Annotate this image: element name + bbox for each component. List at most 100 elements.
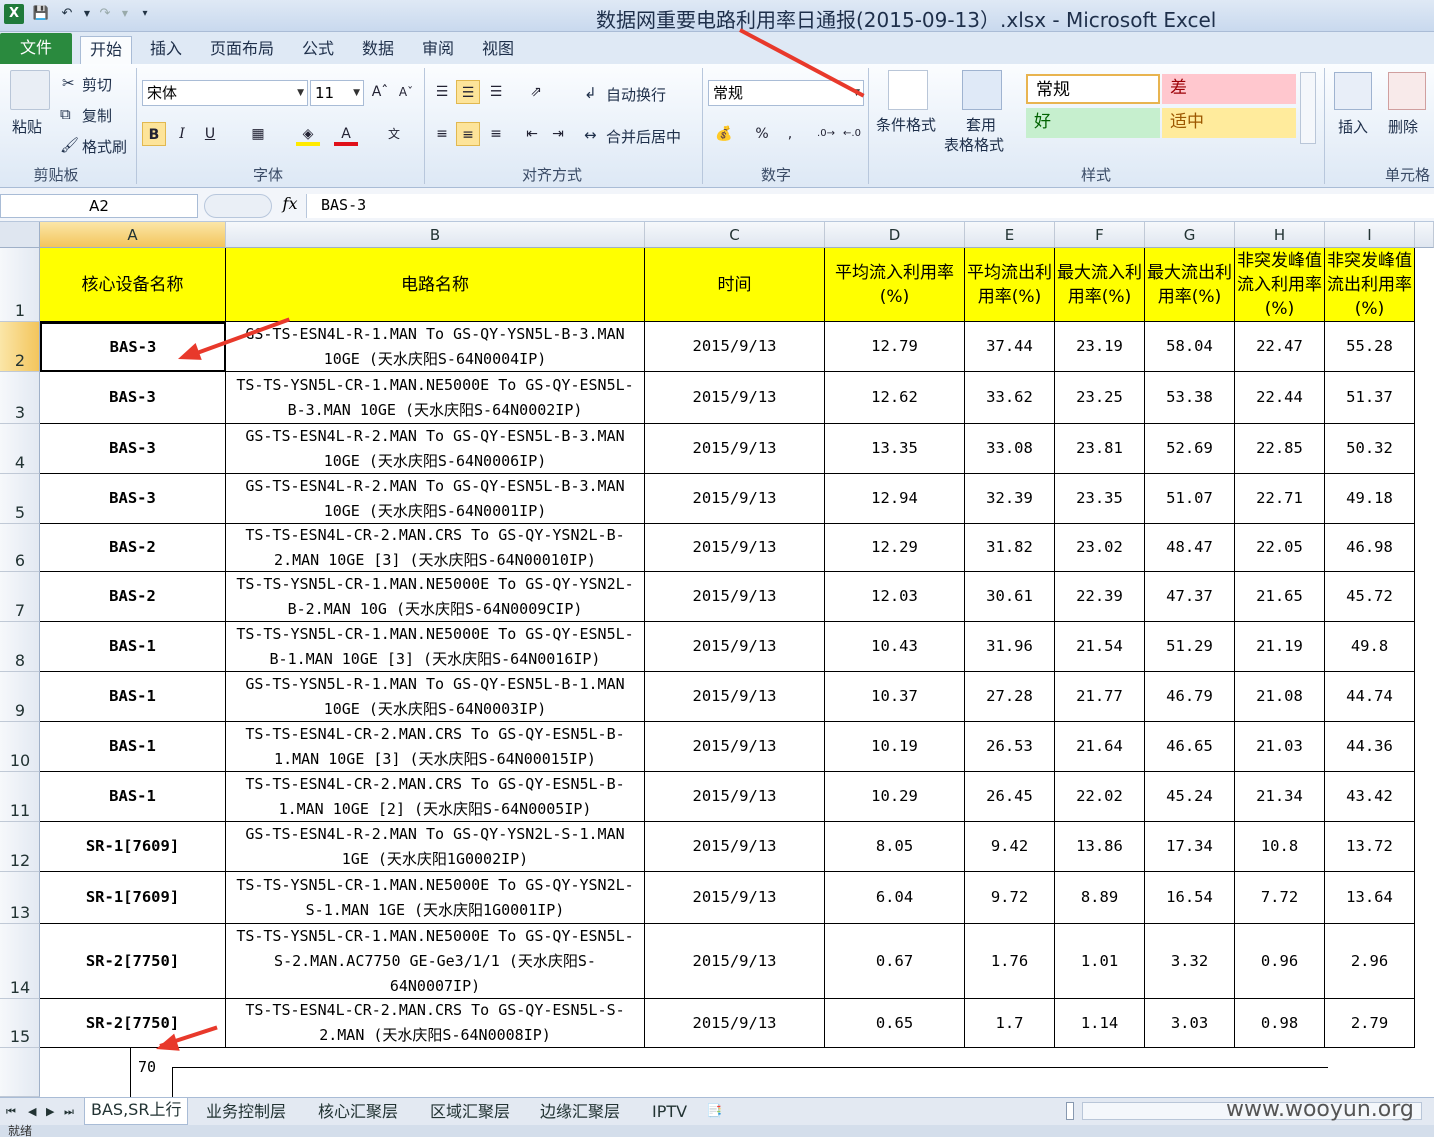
header-cell[interactable]: 最大流入利用率(%): [1055, 248, 1145, 322]
decrease-decimal-icon[interactable]: ←.0: [840, 122, 864, 146]
value-cell[interactable]: 2015/9/13: [645, 722, 825, 772]
value-cell[interactable]: 9.42: [965, 822, 1055, 872]
value-cell[interactable]: 3.32: [1145, 924, 1235, 999]
increase-indent-icon[interactable]: ⇥: [546, 122, 570, 146]
value-cell[interactable]: 10.29: [825, 772, 965, 822]
table-format-button-line2[interactable]: 表格格式: [944, 134, 1004, 155]
worksheet-grid[interactable]: ABCDEFGHI 1 2 3 4 5 6 7 8 9 10 11 12 13 14 15 核心设备名称 电路…: [0, 222, 1434, 1102]
circuit-name-cell[interactable]: TS-TS-ESN4L-CR-2.MAN.CRS To GS-QY-ESN5L-…: [226, 772, 645, 822]
circuit-name-cell[interactable]: TS-TS-ESN4L-CR-2.MAN.CRS To GS-QY-ESN5L-…: [226, 999, 645, 1048]
value-cell[interactable]: 1.01: [1055, 924, 1145, 999]
value-cell[interactable]: 47.37: [1145, 572, 1235, 622]
value-cell[interactable]: 10.8: [1235, 822, 1325, 872]
tab-page-layout[interactable]: 页面布局: [206, 36, 278, 64]
table-format-icon[interactable]: [962, 70, 1002, 110]
redo-icon[interactable]: ↷: [96, 5, 114, 23]
device-name-cell[interactable]: SR-2[7750]: [40, 924, 226, 999]
align-middle-icon[interactable]: ☰: [456, 80, 480, 104]
delete-cells-button[interactable]: 删除: [1388, 116, 1418, 137]
delete-cells-icon[interactable]: [1388, 72, 1426, 110]
value-cell[interactable]: 22.85: [1235, 424, 1325, 474]
bold-button[interactable]: B: [142, 122, 166, 146]
cut-button[interactable]: 剪切: [82, 74, 112, 95]
value-cell[interactable]: 22.47: [1235, 322, 1325, 372]
wrap-text-icon[interactable]: ↲: [584, 84, 597, 102]
value-cell[interactable]: 2015/9/13: [645, 622, 825, 672]
value-cell[interactable]: 50.32: [1325, 424, 1415, 474]
value-cell[interactable]: 3.03: [1145, 999, 1235, 1048]
value-cell[interactable]: 48.47: [1145, 524, 1235, 572]
value-cell[interactable]: 8.05: [825, 822, 965, 872]
row-header[interactable]: 9: [0, 672, 40, 722]
column-header-f[interactable]: F: [1055, 222, 1145, 248]
value-cell[interactable]: 45.72: [1325, 572, 1415, 622]
value-cell[interactable]: 30.61: [965, 572, 1055, 622]
value-cell[interactable]: 0.96: [1235, 924, 1325, 999]
sheet-tab-active[interactable]: BAS,SR上行: [84, 1098, 189, 1125]
sheet-tab[interactable]: 区域汇聚层: [430, 1100, 510, 1124]
tab-data[interactable]: 数据: [358, 36, 398, 64]
value-cell[interactable]: 21.08: [1235, 672, 1325, 722]
first-sheet-icon[interactable]: ⏮: [6, 1100, 16, 1124]
device-name-cell[interactable]: BAS-1: [40, 772, 226, 822]
header-cell[interactable]: 时间: [645, 248, 825, 322]
tab-file[interactable]: 文件: [0, 33, 72, 64]
header-cell[interactable]: 非突发峰值流入利用率(%): [1235, 248, 1325, 322]
value-cell[interactable]: 23.02: [1055, 524, 1145, 572]
formula-bar-expander[interactable]: [204, 194, 272, 218]
value-cell[interactable]: 37.44: [965, 322, 1055, 372]
value-cell[interactable]: 7.72: [1235, 872, 1325, 924]
row-header[interactable]: 3: [0, 372, 40, 424]
value-cell[interactable]: 1.7: [965, 999, 1055, 1048]
circuit-name-cell[interactable]: GS-TS-ESN4L-R-2.MAN To GS-QY-ESN5L-B-3.M…: [226, 424, 645, 474]
row-header[interactable]: 2: [0, 322, 40, 372]
comma-style-button[interactable]: ,: [778, 122, 802, 146]
style-good[interactable]: 好: [1026, 108, 1160, 138]
value-cell[interactable]: 12.29: [825, 524, 965, 572]
selected-cell[interactable]: BAS-3: [40, 322, 226, 372]
value-cell[interactable]: 49.18: [1325, 474, 1415, 524]
value-cell[interactable]: 26.45: [965, 772, 1055, 822]
value-cell[interactable]: 23.35: [1055, 474, 1145, 524]
conditional-format-icon[interactable]: [888, 70, 928, 110]
redo-dropdown-icon[interactable]: ▼: [116, 5, 134, 23]
column-header-d[interactable]: D: [825, 222, 965, 248]
customize-toolbar-icon[interactable]: ▾: [136, 5, 154, 23]
sheet-tab[interactable]: 边缘汇聚层: [540, 1100, 620, 1124]
device-name-cell[interactable]: BAS-1: [40, 722, 226, 772]
value-cell[interactable]: 2015/9/13: [645, 572, 825, 622]
value-cell[interactable]: 16.54: [1145, 872, 1235, 924]
value-cell[interactable]: 22.02: [1055, 772, 1145, 822]
insert-cells-button[interactable]: 插入: [1338, 116, 1368, 137]
column-header-a[interactable]: A: [40, 222, 226, 248]
row-header[interactable]: 4: [0, 424, 40, 474]
value-cell[interactable]: 52.69: [1145, 424, 1235, 474]
value-cell[interactable]: 2015/9/13: [645, 772, 825, 822]
sheet-tab[interactable]: 核心汇聚层: [318, 1100, 398, 1124]
row-header[interactable]: 7: [0, 572, 40, 622]
row-header[interactable]: 10: [0, 722, 40, 772]
value-cell[interactable]: 17.34: [1145, 822, 1235, 872]
increase-decimal-icon[interactable]: .0→: [814, 122, 838, 146]
value-cell[interactable]: 2015/9/13: [645, 822, 825, 872]
value-cell[interactable]: 23.19: [1055, 322, 1145, 372]
borders-icon[interactable]: ▦: [246, 122, 270, 146]
value-cell[interactable]: 43.42: [1325, 772, 1415, 822]
save-icon[interactable]: 💾: [32, 5, 50, 23]
column-header-h[interactable]: H: [1235, 222, 1325, 248]
accounting-format-icon[interactable]: 💰: [712, 122, 736, 146]
device-name-cell[interactable]: SR-1[7609]: [40, 872, 226, 924]
percent-style-button[interactable]: %: [750, 122, 774, 146]
value-cell[interactable]: 2015/9/13: [645, 924, 825, 999]
circuit-name-cell[interactable]: TS-TS-YSN5L-CR-1.MAN.NE5000E To GS-QY-ES…: [226, 622, 645, 672]
value-cell[interactable]: 21.03: [1235, 722, 1325, 772]
row-header[interactable]: 5: [0, 474, 40, 524]
format-painter-icon[interactable]: 🖌: [60, 136, 79, 154]
phonetic-icon[interactable]: 文: [382, 122, 406, 146]
value-cell[interactable]: 2015/9/13: [645, 474, 825, 524]
value-cell[interactable]: 13.72: [1325, 822, 1415, 872]
value-cell[interactable]: 22.71: [1235, 474, 1325, 524]
circuit-name-cell[interactable]: TS-TS-YSN5L-CR-1.MAN.NE5000E To GS-QY-ES…: [226, 924, 645, 999]
value-cell[interactable]: 0.98: [1235, 999, 1325, 1048]
row-header[interactable]: 14: [0, 924, 40, 999]
